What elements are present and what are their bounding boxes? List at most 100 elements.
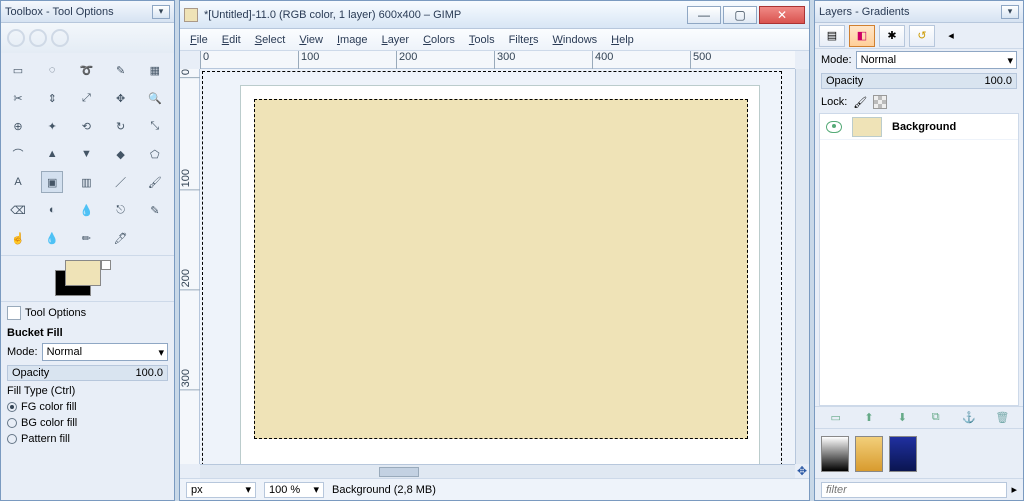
anchor-layer-icon[interactable]: ⚓ xyxy=(961,410,977,426)
layer-opacity-value[interactable]: 100.0 xyxy=(984,75,1012,87)
gradient-swatch-2[interactable] xyxy=(889,436,917,472)
ruler-h-tick: 300 xyxy=(494,51,515,69)
lock-pixels-icon[interactable]: 🖌 xyxy=(853,96,867,109)
tool-3[interactable]: ✎ xyxy=(110,59,132,81)
fill-pattern-radio[interactable] xyxy=(7,434,17,444)
layer-row[interactable]: Background xyxy=(820,114,1018,140)
scrollbar-horizontal[interactable] xyxy=(200,464,795,478)
tool-28[interactable]: ⎋ xyxy=(110,199,132,221)
menu-help[interactable]: Help xyxy=(611,34,634,46)
visibility-eye-icon[interactable] xyxy=(826,121,842,133)
fg-color-swatch[interactable] xyxy=(65,260,101,286)
toolbox-title: Toolbox - Tool Options xyxy=(5,6,114,18)
status-zoom-select[interactable]: 100 % ▾ xyxy=(264,482,324,498)
tool-24[interactable]: 🖌 xyxy=(144,171,166,193)
menu-colors[interactable]: Colors xyxy=(423,34,455,46)
tool-0[interactable]: ▭ xyxy=(7,59,29,81)
layers-minimize[interactable]: ▾ xyxy=(1001,5,1019,19)
lock-alpha-icon[interactable] xyxy=(873,95,887,109)
status-unit-select[interactable]: px ▾ xyxy=(186,482,256,498)
fill-bg-label: BG color fill xyxy=(21,417,77,429)
layer-mode-label: Mode: xyxy=(821,54,852,66)
chevron-down-icon: ▾ xyxy=(158,346,164,359)
tool-5[interactable]: ✂ xyxy=(7,87,29,109)
tab-channels-icon[interactable]: ◧ xyxy=(849,25,875,47)
layer-mode-select[interactable]: Normal▾ xyxy=(856,51,1017,69)
tab-paths-icon[interactable]: ✱ xyxy=(879,25,905,47)
tool-6[interactable]: ⇕ xyxy=(41,87,63,109)
menu-tools[interactable]: Tools xyxy=(469,34,495,46)
tool-33[interactable]: 🖊 xyxy=(110,227,132,249)
mode-select[interactable]: Normal▾ xyxy=(42,343,168,361)
new-layer-icon[interactable]: ▭ xyxy=(828,410,844,426)
tool-29[interactable]: ✎ xyxy=(144,199,166,221)
toolbox-minimize[interactable]: ▾ xyxy=(152,5,170,19)
tool-13[interactable]: ↻ xyxy=(110,115,132,137)
tab-layers-icon[interactable]: ▤ xyxy=(819,25,845,47)
tool-23[interactable]: ／ xyxy=(110,171,132,193)
canvas-viewport[interactable] xyxy=(200,69,795,464)
menu-view[interactable]: View xyxy=(299,34,323,46)
tool-14[interactable]: ⤡ xyxy=(144,115,166,137)
tool-9[interactable]: 🔍 xyxy=(144,87,166,109)
close-button[interactable]: ✕ xyxy=(759,6,805,24)
layer-name[interactable]: Background xyxy=(892,121,956,133)
tool-32[interactable]: ✏ xyxy=(75,227,97,249)
tool-15[interactable]: ⌒ xyxy=(7,143,29,165)
menu-file[interactable]: File xyxy=(190,34,208,46)
chevron-down-icon: ▾ xyxy=(313,483,319,496)
tool-17[interactable]: ▼ xyxy=(75,143,97,165)
tab-undo-icon[interactable]: ↺ xyxy=(909,25,935,47)
fill-fg-radio[interactable] xyxy=(7,402,17,412)
filter-menu-icon[interactable]: ▸ xyxy=(1011,483,1017,496)
ruler-v-tick: 0 xyxy=(180,69,200,78)
tool-25[interactable]: ⌫ xyxy=(7,199,29,221)
color-swatches[interactable] xyxy=(1,255,174,301)
window-title: *[Untitled]-11.0 (RGB color, 1 layer) 60… xyxy=(204,9,461,21)
scrollbar-thumb[interactable] xyxy=(379,467,419,477)
menu-image[interactable]: Image xyxy=(337,34,368,46)
tool-21[interactable]: ▣ xyxy=(41,171,63,193)
tool-12[interactable]: ⟲ xyxy=(75,115,97,137)
opacity-value[interactable]: 100.0 xyxy=(135,367,163,379)
minimize-button[interactable]: — xyxy=(687,6,721,24)
tool-7[interactable]: ⤢ xyxy=(75,87,97,109)
menu-edit[interactable]: Edit xyxy=(222,34,241,46)
tool-20[interactable]: A xyxy=(7,171,29,193)
layers-title: Layers - Gradients xyxy=(819,6,909,18)
tab-menu-icon[interactable]: ◂ xyxy=(943,28,959,44)
swap-colors-icon[interactable] xyxy=(101,260,111,270)
status-layer-info: Background (2,8 MB) xyxy=(332,484,436,496)
navigation-icon[interactable]: ✥ xyxy=(795,464,809,478)
scrollbar-vertical[interactable] xyxy=(795,69,809,464)
lower-layer-icon[interactable]: ⬇ xyxy=(894,410,910,426)
tool-26[interactable]: ◐ xyxy=(41,199,63,221)
raise-layer-icon[interactable]: ⬆ xyxy=(861,410,877,426)
duplicate-layer-icon[interactable]: ⧉ xyxy=(928,410,944,426)
tool-11[interactable]: ✦ xyxy=(41,115,63,137)
menu-filters[interactable]: Filters xyxy=(509,34,539,46)
tool-16[interactable]: ▲ xyxy=(41,143,63,165)
menu-bar: File Edit Select View Image Layer Colors… xyxy=(180,29,809,51)
menu-windows[interactable]: Windows xyxy=(553,34,598,46)
tool-31[interactable]: 💧 xyxy=(41,227,63,249)
tool-2[interactable]: ➰ xyxy=(75,59,97,81)
gradient-swatch-1[interactable] xyxy=(855,436,883,472)
tool-8[interactable]: ✥ xyxy=(110,87,132,109)
gradient-swatch-0[interactable] xyxy=(821,436,849,472)
tool-27[interactable]: 💧 xyxy=(75,199,97,221)
tool-30[interactable]: ☝ xyxy=(7,227,29,249)
delete-layer-icon[interactable]: 🗑 xyxy=(994,410,1010,426)
tool-19[interactable]: ⬠ xyxy=(144,143,166,165)
fill-type-label: Fill Type (Ctrl) xyxy=(7,385,168,397)
fill-bg-radio[interactable] xyxy=(7,418,17,428)
tool-18[interactable]: ◆ xyxy=(110,143,132,165)
tool-10[interactable]: ⊕ xyxy=(7,115,29,137)
maximize-button[interactable]: ▢ xyxy=(723,6,757,24)
tool-4[interactable]: ▦ xyxy=(144,59,166,81)
menu-layer[interactable]: Layer xyxy=(382,34,410,46)
tool-22[interactable]: ▥ xyxy=(75,171,97,193)
gradient-filter-input[interactable] xyxy=(821,482,1007,498)
menu-select[interactable]: Select xyxy=(255,34,286,46)
tool-1[interactable]: ◌ xyxy=(41,59,63,81)
